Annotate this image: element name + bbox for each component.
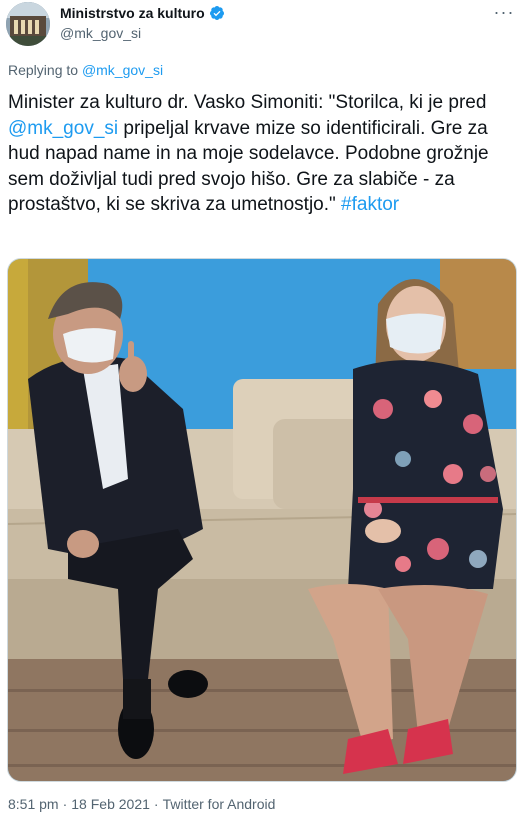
display-name[interactable]: Ministrstvo za kulturo	[60, 5, 205, 21]
avatar[interactable]	[6, 2, 50, 46]
tweet-meta: 8:51 pm · 18 Feb 2021 · Twitter for Andr…	[8, 796, 275, 812]
tweet-time[interactable]: 8:51 pm	[8, 796, 59, 812]
more-horizontal-icon[interactable]: ···	[492, 2, 516, 22]
tweet-photo[interactable]	[7, 258, 517, 782]
name-row: Ministrstvo za kulturo	[60, 5, 225, 21]
replying-prefix: Replying to	[8, 62, 82, 78]
tweet-text-part1: Minister za kulturo dr. Vasko Simoniti: …	[8, 92, 487, 113]
photo-illustration	[8, 259, 516, 781]
meta-separator: ·	[153, 796, 159, 812]
handle[interactable]: @mk_gov_si	[60, 25, 141, 41]
mention-link[interactable]: @mk_gov_si	[8, 118, 118, 139]
hashtag-link[interactable]: #faktor	[341, 194, 399, 215]
tweet-text: Minister za kulturo dr. Vasko Simoniti: …	[8, 90, 520, 218]
tweet-date[interactable]: 18 Feb 2021	[71, 796, 150, 812]
avatar-image	[6, 2, 50, 46]
replying-to: Replying to @mk_gov_si	[8, 62, 163, 78]
tweet-source[interactable]: Twitter for Android	[163, 796, 276, 812]
replying-handle-link[interactable]: @mk_gov_si	[82, 62, 163, 78]
verified-badge-icon	[209, 6, 224, 20]
meta-separator: ·	[62, 796, 68, 812]
tweet: Ministrstvo za kulturo @mk_gov_si ··· Re…	[0, 0, 530, 817]
tweet-header: Ministrstvo za kulturo @mk_gov_si ···	[0, 0, 530, 54]
